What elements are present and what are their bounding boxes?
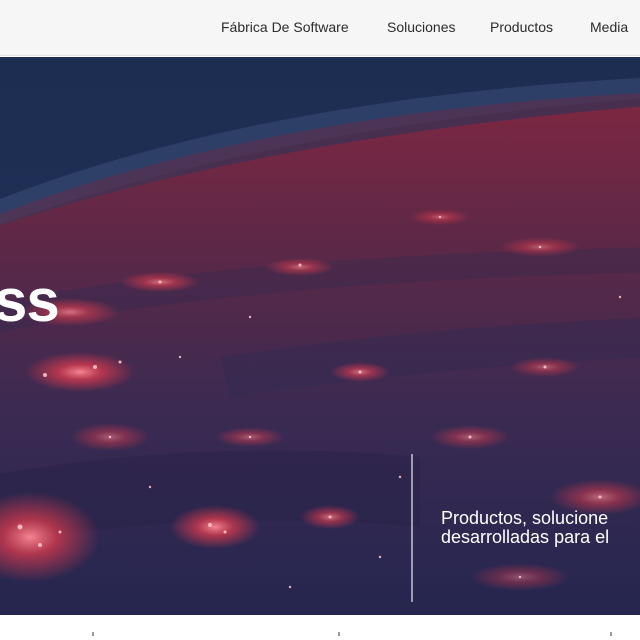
hero-banner: ss Productos, solucione desarrolladas pa… (0, 57, 640, 615)
hero-tagline-line-2: desarrolladas para el (441, 527, 610, 547)
nav-link-media[interactable]: Media (590, 19, 628, 35)
nav-link-soluciones[interactable]: Soluciones (387, 19, 456, 35)
hero-tagline-line-1: Productos, solucione (441, 508, 609, 528)
hero-tagline: Productos, solucione desarrolladas para … (441, 509, 640, 547)
divider-tick (92, 632, 94, 636)
hero-headline: ss (0, 267, 60, 334)
footer-strip (0, 615, 640, 640)
top-navbar: Fábrica De Software Soluciones Productos… (0, 0, 640, 56)
hero-divider (411, 454, 413, 602)
divider-tick (610, 632, 612, 636)
nav-link-fabrica-de-software[interactable]: Fábrica De Software (221, 19, 349, 35)
nav-link-productos[interactable]: Productos (490, 19, 553, 35)
divider-tick (338, 632, 340, 636)
